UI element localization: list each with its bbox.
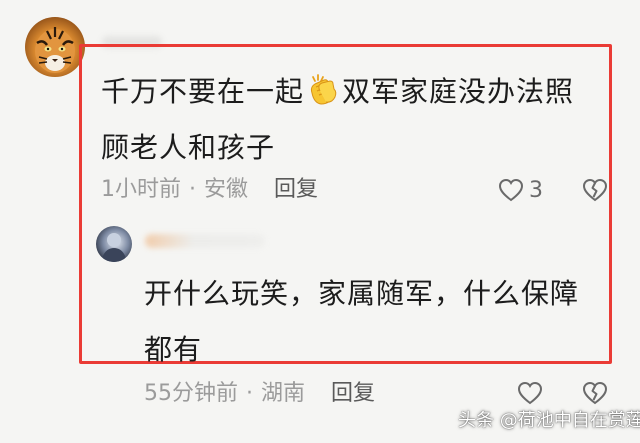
tiger-face-icon <box>35 27 75 73</box>
like-count: 3 <box>529 177 543 203</box>
reply-meta: 55分钟前 · 湖南 回复 <box>144 378 375 410</box>
like-button[interactable]: 3 <box>497 174 543 206</box>
heart-icon <box>517 381 543 405</box>
reply-location: 湖南 <box>261 381 306 406</box>
reply-button[interactable]: 回复 <box>274 177 318 202</box>
comment-text-part-1: 千万不要在一起 <box>101 75 305 108</box>
clapping-hands-icon <box>306 70 340 105</box>
reply-dislike-button[interactable] <box>581 379 609 407</box>
comment-meta: 1小时前 · 安徽 回复 <box>101 174 318 206</box>
broken-heart-icon <box>582 381 608 405</box>
broken-heart-icon <box>582 178 608 202</box>
separator-dot: · <box>189 177 196 202</box>
comment-text: 千万不要在一起 双军家庭没办法照顾老人和孩子 <box>101 64 601 176</box>
reply-like-button[interactable] <box>516 379 544 407</box>
watermark: 头条 @荷池中自在赏莲 <box>458 410 640 431</box>
commenter-avatar[interactable] <box>25 17 85 77</box>
commenter-name-blurred <box>102 36 162 48</box>
reply-name-blurred <box>145 234 265 248</box>
comment-time: 1小时前 <box>101 177 181 202</box>
user-avatar-icon <box>101 233 127 262</box>
reply-time: 55分钟前 <box>144 381 238 406</box>
separator-dot: · <box>246 381 253 406</box>
dislike-button[interactable] <box>581 176 609 204</box>
reply-avatar[interactable] <box>96 226 132 262</box>
comment-location: 安徽 <box>204 177 249 202</box>
reply-reply-button[interactable]: 回复 <box>331 381 375 406</box>
heart-icon <box>498 178 524 202</box>
reply-text: 开什么玩笑，家属随军，什么保障都有 <box>144 277 580 366</box>
